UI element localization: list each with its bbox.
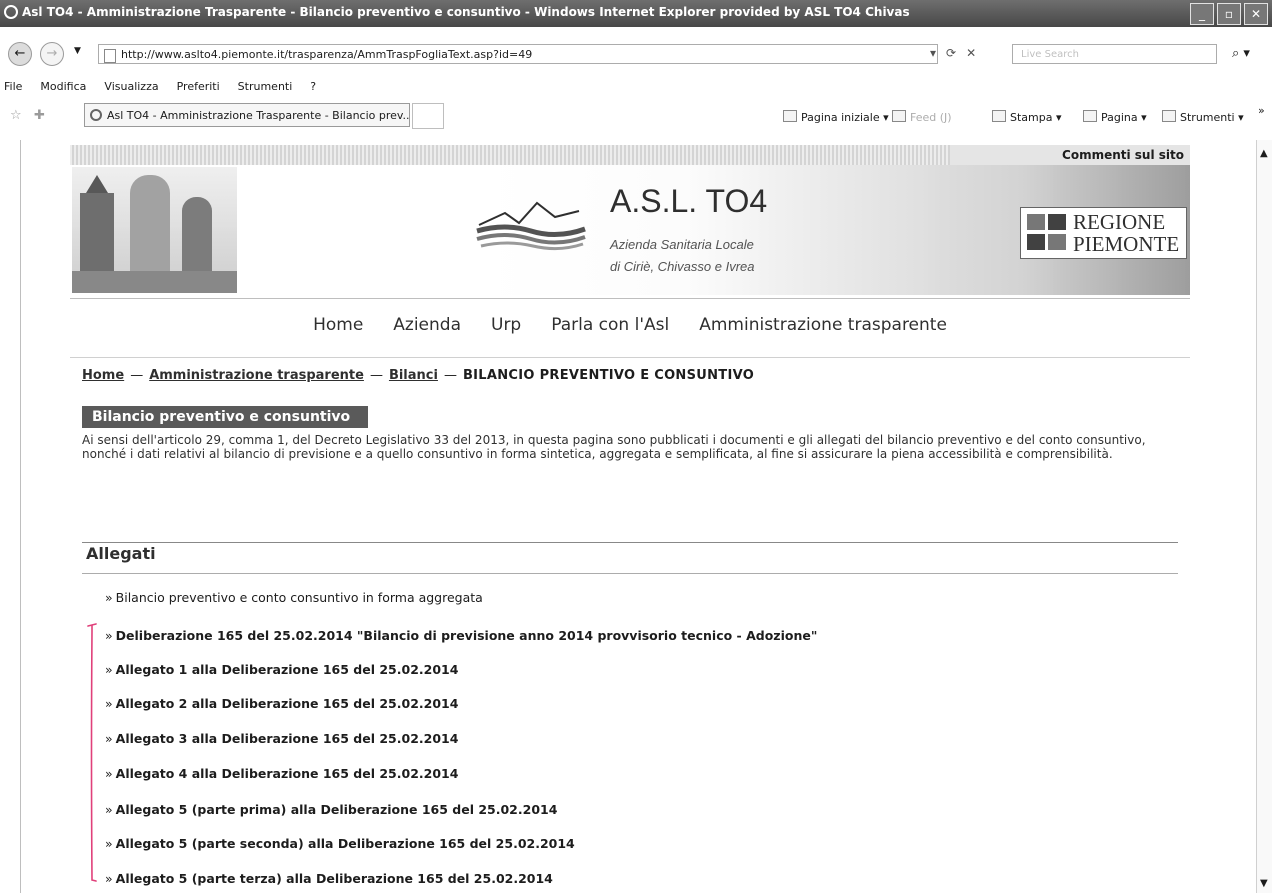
menu-file[interactable]: File bbox=[4, 80, 22, 98]
section-intro: Ai sensi dell'articolo 29, comma 1, del … bbox=[82, 433, 1146, 461]
search-placeholder: Live Search bbox=[1021, 49, 1079, 60]
print-button[interactable]: Stampa ▾ bbox=[992, 110, 1062, 124]
home-icon bbox=[783, 110, 797, 122]
stop-icon[interactable]: ✕ bbox=[966, 46, 976, 60]
divider bbox=[82, 542, 1178, 543]
section-title: Bilancio preventivo e consuntivo bbox=[82, 406, 369, 428]
commenti-link[interactable]: Commenti sul sito bbox=[950, 145, 1190, 165]
new-tab-button[interactable] bbox=[412, 103, 444, 129]
chevron-more-icon[interactable]: » bbox=[1258, 104, 1265, 117]
regione-piemonte-logo: REGIONE PIEMONTE bbox=[1020, 207, 1187, 259]
file-link-label: Deliberazione 165 del 25.02.2014 "Bilanc… bbox=[115, 628, 818, 643]
address-row: ← → ▼ http://www.aslto4.piemonte.it/tras… bbox=[0, 40, 1272, 68]
tools-icon bbox=[1162, 110, 1176, 122]
tools-label: Strumenti bbox=[1180, 111, 1235, 124]
menu-strumenti[interactable]: Strumenti bbox=[238, 80, 293, 98]
ie-icon bbox=[4, 5, 18, 19]
breadcrumb-current: BILANCIO PREVENTIVO E CONSUNTIVO bbox=[462, 368, 755, 383]
history-dropdown-icon[interactable]: ▼ bbox=[74, 46, 81, 56]
print-icon bbox=[992, 110, 1006, 122]
regione-line1: REGIONE bbox=[1073, 210, 1166, 234]
regione-line2: PIEMONTE bbox=[1073, 232, 1180, 256]
file-link-label: Allegato 5 (parte prima) alla Deliberazi… bbox=[115, 802, 558, 817]
nav-home[interactable]: Home bbox=[313, 315, 363, 335]
annotation-bracket bbox=[87, 623, 97, 882]
vertical-scrollbar[interactable]: ▲ ▼ bbox=[1256, 140, 1272, 893]
add-favorites-icon[interactable]: ✚ bbox=[34, 108, 45, 123]
nav-amministrazione-trasparente[interactable]: Amministrazione trasparente bbox=[699, 315, 947, 335]
nav-urp[interactable]: Urp bbox=[491, 315, 521, 335]
breadcrumb: Home — Amministrazione trasparente — Bilanci… bbox=[82, 368, 755, 383]
towers-photo bbox=[72, 167, 237, 293]
breadcrumb-home[interactable]: Home bbox=[82, 368, 124, 383]
menu-help[interactable]: ? bbox=[310, 80, 316, 98]
file-link-label: Allegato 2 alla Deliberazione 165 del 25… bbox=[115, 696, 459, 711]
file-link-deliberazione[interactable]: » Deliberazione 165 del 25.02.2014 "Bilan… bbox=[105, 628, 817, 643]
file-link-label: Allegato 5 (parte terza) alla Deliberazi… bbox=[115, 871, 553, 886]
forward-arrow-icon[interactable]: → bbox=[40, 42, 64, 66]
tools-button[interactable]: Strumenti ▾ bbox=[1162, 110, 1244, 124]
window-title: Asl TO4 - Amministrazione Trasparente - … bbox=[22, 5, 910, 19]
file-link-label: Allegato 4 alla Deliberazione 165 del 25… bbox=[115, 766, 459, 781]
tab-command-row: ☆ ✚ Asl TO4 - Amministrazione Trasparent… bbox=[0, 102, 1272, 129]
site-header: Commenti sul sito A.S.L. TO4 Azienda San… bbox=[70, 145, 1190, 295]
menu-bar: File Modifica Visualizza Preferiti Strum… bbox=[0, 80, 316, 98]
back-arrow-icon[interactable]: ← bbox=[8, 42, 32, 66]
breadcrumb-amministrazione[interactable]: Amministrazione trasparente bbox=[149, 368, 364, 383]
brand-subtitle-1: Azienda Sanitaria Locale bbox=[610, 237, 754, 252]
file-link-label: Allegato 3 alla Deliberazione 165 del 25… bbox=[115, 731, 459, 746]
file-link-allegato-2[interactable]: » Allegato 2 alla Deliberazione 165 del 2… bbox=[105, 696, 458, 711]
brand-subtitle-2: di Ciriè, Chivasso e Ivrea bbox=[610, 259, 755, 274]
search-input[interactable]: Live Search bbox=[1012, 44, 1217, 64]
feed-button[interactable]: Feed (J) bbox=[892, 110, 952, 124]
home-button[interactable]: Pagina iniziale ▾ bbox=[783, 110, 889, 124]
home-label: Pagina iniziale bbox=[801, 111, 880, 124]
divider bbox=[82, 573, 1178, 574]
page-label: Pagina bbox=[1101, 111, 1138, 124]
address-bar[interactable]: http://www.aslto4.piemonte.it/trasparenz… bbox=[98, 44, 938, 64]
commenti-label: Commenti sul sito bbox=[1062, 148, 1184, 162]
minimize-button[interactable]: _ bbox=[1190, 3, 1214, 25]
nav-azienda[interactable]: Azienda bbox=[393, 315, 461, 335]
allegati-heading: Allegati bbox=[86, 544, 156, 563]
favorites-star-icon[interactable]: ☆ bbox=[10, 108, 22, 123]
menu-preferiti[interactable]: Preferiti bbox=[177, 80, 220, 98]
menu-visualizza[interactable]: Visualizza bbox=[104, 80, 158, 98]
tab-ie-icon bbox=[90, 109, 102, 121]
page-menu-icon bbox=[1083, 110, 1097, 122]
file-link-aggregata[interactable]: » Bilancio preventivo e conto consuntivo … bbox=[105, 590, 483, 605]
nav-parla-con-asl[interactable]: Parla con l'Asl bbox=[551, 315, 669, 335]
file-link-allegato-3[interactable]: » Allegato 3 alla Deliberazione 165 del 2… bbox=[105, 731, 458, 746]
refresh-icon[interactable]: ⟳ bbox=[946, 46, 956, 60]
scroll-up-icon[interactable]: ▲ bbox=[1260, 148, 1268, 159]
feed-icon bbox=[892, 110, 906, 122]
file-link-label: Bilancio preventivo e conto consuntivo i… bbox=[115, 590, 483, 605]
file-link-allegato-5-prima[interactable]: » Allegato 5 (parte prima) alla Deliberaz… bbox=[105, 802, 557, 817]
scroll-down-icon[interactable]: ▼ bbox=[1260, 878, 1268, 889]
page-icon bbox=[104, 49, 116, 63]
breadcrumb-bilanci[interactable]: Bilanci bbox=[389, 368, 438, 383]
search-icon[interactable]: ⌕ ▾ bbox=[1232, 46, 1250, 61]
print-label: Stampa bbox=[1010, 111, 1053, 124]
asl-logo-icon bbox=[476, 201, 586, 251]
file-link-label: Allegato 5 (parte seconda) alla Delibera… bbox=[115, 836, 575, 851]
menu-modifica[interactable]: Modifica bbox=[40, 80, 86, 98]
close-button[interactable]: ✕ bbox=[1244, 3, 1268, 25]
address-dropdown-icon[interactable]: ▾ bbox=[930, 46, 936, 60]
main-nav: Home Azienda Urp Parla con l'Asl Amminis… bbox=[70, 298, 1190, 358]
file-link-allegato-1[interactable]: » Allegato 1 alla Deliberazione 165 del 2… bbox=[105, 662, 458, 677]
address-url: http://www.aslto4.piemonte.it/trasparenz… bbox=[121, 48, 533, 61]
tab-title: Asl TO4 - Amministrazione Trasparente - … bbox=[107, 109, 410, 122]
window-title-bar: Asl TO4 - Amministrazione Trasparente - … bbox=[0, 0, 1272, 27]
feed-label: Feed (J) bbox=[910, 111, 952, 124]
browser-tab[interactable]: Asl TO4 - Amministrazione Trasparente - … bbox=[84, 103, 410, 127]
file-link-allegato-5-seconda[interactable]: » Allegato 5 (parte seconda) alla Deliber… bbox=[105, 836, 575, 851]
page-button[interactable]: Pagina ▾ bbox=[1083, 110, 1147, 124]
file-link-allegato-4[interactable]: » Allegato 4 alla Deliberazione 165 del 2… bbox=[105, 766, 458, 781]
file-link-allegato-5-terza[interactable]: » Allegato 5 (parte terza) alla Deliberaz… bbox=[105, 871, 553, 886]
regione-squares-icon bbox=[1027, 214, 1067, 252]
brand-title: A.S.L. TO4 bbox=[610, 183, 768, 219]
file-link-label: Allegato 1 alla Deliberazione 165 del 25… bbox=[115, 662, 459, 677]
maximize-button[interactable]: ▫ bbox=[1217, 3, 1241, 25]
